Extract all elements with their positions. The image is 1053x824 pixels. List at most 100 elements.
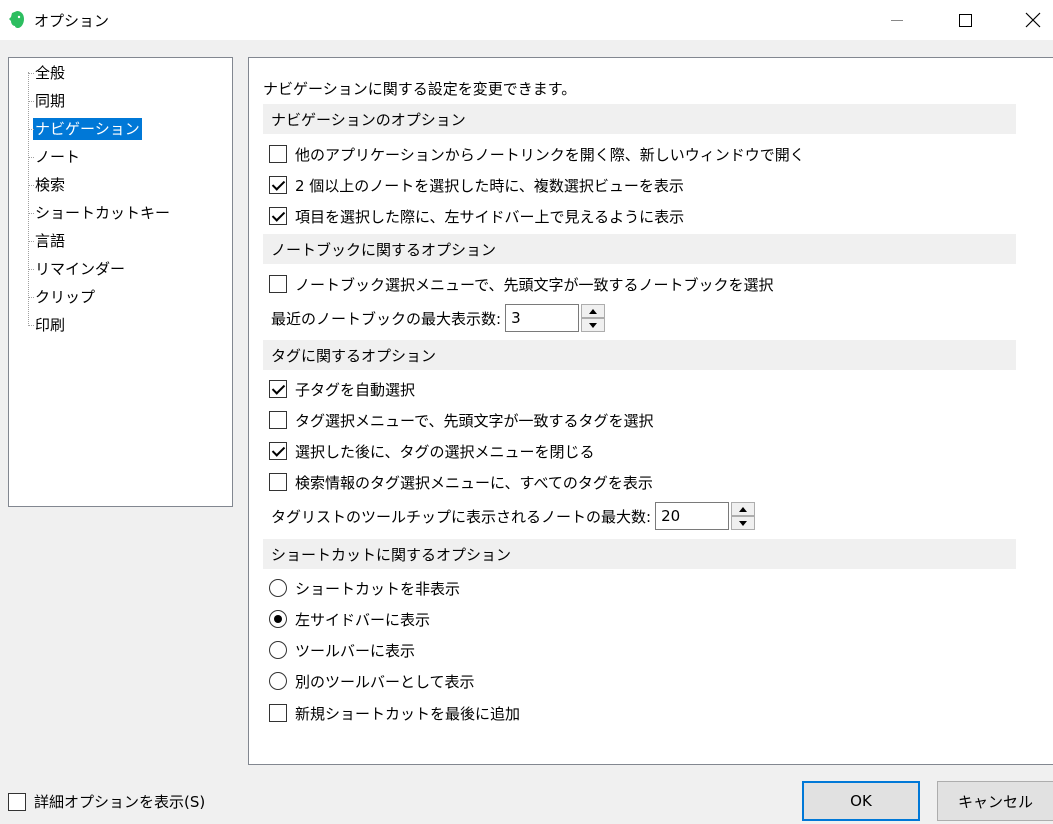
sidebar-item-clip[interactable]: クリップ	[28, 286, 97, 308]
radio-separate-toolbar[interactable]: 別のツールバーとして表示	[269, 669, 475, 693]
window-title: オプション	[34, 12, 110, 30]
tooltip-max-input[interactable]: 20	[655, 502, 730, 530]
sidebar-item-label: ナビゲーション	[35, 120, 140, 138]
settings-panel: ナビゲーションに関する設定を変更できます。 ナビゲーションのオプション 他のアプ…	[248, 57, 1053, 765]
sidebar-item-print[interactable]: 印刷	[28, 314, 67, 336]
sidebar-item-label: 検索	[35, 176, 66, 194]
maximize-button[interactable]	[942, 0, 988, 40]
sidebar-item-sync[interactable]: 同期	[28, 90, 67, 112]
checkbox[interactable]	[269, 473, 287, 491]
checkbox[interactable]	[269, 442, 287, 460]
sidebar-item-navigation[interactable]: ナビゲーション	[28, 118, 142, 140]
evernote-elephant-icon	[8, 10, 26, 30]
sidebar-item-shortcut-keys[interactable]: ショートカットキー	[28, 202, 172, 224]
option-label: 選択した後に、タグの選択メニューを閉じる	[295, 442, 595, 461]
close-icon	[1025, 12, 1041, 28]
sidebar-item-notes[interactable]: ノート	[28, 146, 82, 168]
checkbox[interactable]	[8, 792, 26, 811]
title-bar: オプション	[0, 0, 1053, 40]
option-label: 項目を選択した際に、左サイドバー上で見えるように表示	[295, 207, 685, 226]
sidebar-item-label: ショートカットキー	[35, 204, 171, 222]
option-label: 新規ショートカットを最後に追加	[295, 704, 521, 723]
radio-show-left-sidebar[interactable]: 左サイドバーに表示	[269, 607, 430, 631]
radio-button[interactable]	[269, 610, 287, 628]
sidebar-item-label: 印刷	[35, 316, 66, 334]
stepper-down-button[interactable]	[731, 516, 756, 530]
option-label: 2 個以上のノートを選択した時に、複数選択ビューを表示	[295, 176, 684, 195]
option-label: ショートカットを非表示	[295, 579, 461, 598]
recent-notebooks-label: 最近のノートブックの最大表示数:	[271, 309, 502, 328]
option-label: 検索情報のタグ選択メニューに、すべてのタグを表示	[295, 473, 653, 492]
section-header-notebook: ノートブックに関するオプション	[263, 234, 1016, 264]
option-open-link-new-window[interactable]: 他のアプリケーションからノートリンクを開く際、新しいウィンドウで開く	[269, 142, 805, 166]
section-header-navigation: ナビゲーションのオプション	[263, 104, 1016, 134]
section-header-shortcuts: ショートカットに関するオプション	[263, 539, 1016, 569]
category-tree: 全般 同期 ナビゲーション ノート 検索 ショートカットキー 言語 リマインダー…	[8, 57, 233, 507]
down-arrow-icon	[739, 520, 748, 526]
recent-notebooks-stepper[interactable]	[581, 304, 606, 332]
checkbox[interactable]	[269, 380, 287, 398]
checkbox[interactable]	[269, 704, 287, 722]
checkbox[interactable]	[269, 411, 287, 429]
sidebar-item-label: 全般	[35, 64, 66, 82]
recent-notebooks-input[interactable]: 3	[505, 304, 580, 332]
radio-hide-shortcuts[interactable]: ショートカットを非表示	[269, 576, 460, 600]
recent-notebooks-row: 最近のノートブックの最大表示数: 3	[271, 303, 606, 333]
section-header-tags: タグに関するオプション	[263, 340, 1016, 370]
option-notebook-prefix-match[interactable]: ノートブック選択メニューで、先頭文字が一致するノートブックを選択	[269, 272, 774, 296]
sidebar-item-label: クリップ	[35, 288, 96, 306]
ok-button[interactable]: OK	[802, 781, 920, 821]
option-multi-select-view[interactable]: 2 個以上のノートを選択した時に、複数選択ビューを表示	[269, 173, 684, 197]
sidebar-item-search[interactable]: 検索	[28, 174, 67, 196]
checkbox[interactable]	[269, 176, 287, 194]
tree-connector	[28, 72, 29, 324]
checkbox[interactable]	[269, 145, 287, 163]
sidebar-item-label: 同期	[35, 92, 66, 110]
section-title: タグに関するオプション	[271, 347, 437, 365]
advanced-options-toggle[interactable]: 詳細オプションを表示(S)	[8, 791, 205, 812]
option-label: 子タグを自動選択	[295, 380, 416, 399]
close-button[interactable]	[1010, 0, 1053, 40]
option-tag-prefix-match[interactable]: タグ選択メニューで、先頭文字が一致するタグを選択	[269, 408, 654, 432]
tooltip-max-label: タグリストのツールチップに表示されるノートの最大数:	[271, 507, 652, 526]
section-title: ショートカットに関するオプション	[271, 546, 512, 564]
option-label: ツールバーに表示	[295, 641, 416, 660]
option-reveal-in-sidebar[interactable]: 項目を選択した際に、左サイドバー上で見えるように表示	[269, 204, 684, 228]
minimize-button[interactable]	[874, 0, 920, 40]
sidebar-item-label: 言語	[35, 232, 66, 250]
panel-description: ナビゲーションに関する設定を変更できます。	[263, 80, 577, 98]
radio-button[interactable]	[269, 641, 287, 659]
option-label: 他のアプリケーションからノートリンクを開く際、新しいウィンドウで開く	[295, 145, 805, 164]
tooltip-max-stepper[interactable]	[731, 502, 756, 530]
sidebar-item-language[interactable]: 言語	[28, 230, 67, 252]
maximize-icon	[958, 13, 972, 27]
radio-button[interactable]	[269, 672, 287, 690]
minimize-icon	[891, 19, 903, 21]
sidebar-item-general[interactable]: 全般	[28, 62, 67, 84]
stepper-down-button[interactable]	[581, 318, 606, 332]
option-append-shortcut[interactable]: 新規ショートカットを最後に追加	[269, 701, 520, 725]
cancel-button[interactable]: キャンセル	[937, 781, 1053, 821]
up-arrow-icon	[739, 506, 748, 512]
checkbox[interactable]	[269, 275, 287, 293]
sidebar-item-reminders[interactable]: リマインダー	[28, 258, 127, 280]
advanced-options-label: 詳細オプションを表示(S)	[34, 793, 206, 811]
sidebar-item-label: リマインダー	[35, 260, 126, 278]
sidebar-item-label: ノート	[35, 148, 81, 166]
stepper-up-button[interactable]	[731, 502, 756, 516]
checkbox[interactable]	[269, 207, 287, 225]
stepper-up-button[interactable]	[581, 304, 606, 318]
up-arrow-icon	[589, 308, 598, 314]
down-arrow-icon	[589, 322, 598, 328]
radio-show-toolbar[interactable]: ツールバーに表示	[269, 638, 415, 662]
option-close-tag-menu[interactable]: 選択した後に、タグの選択メニューを閉じる	[269, 439, 595, 463]
option-label: ノートブック選択メニューで、先頭文字が一致するノートブックを選択	[295, 275, 774, 294]
option-label: 別のツールバーとして表示	[295, 672, 475, 691]
section-title: ナビゲーションのオプション	[271, 111, 466, 129]
option-show-all-tags[interactable]: 検索情報のタグ選択メニューに、すべてのタグを表示	[269, 470, 653, 494]
section-title: ノートブックに関するオプション	[271, 241, 497, 259]
option-auto-select-child-tags[interactable]: 子タグを自動選択	[269, 377, 415, 401]
radio-button[interactable]	[269, 579, 287, 597]
option-label: タグ選択メニューで、先頭文字が一致するタグを選択	[295, 411, 654, 430]
tooltip-max-row: タグリストのツールチップに表示されるノートの最大数: 20	[271, 501, 756, 531]
